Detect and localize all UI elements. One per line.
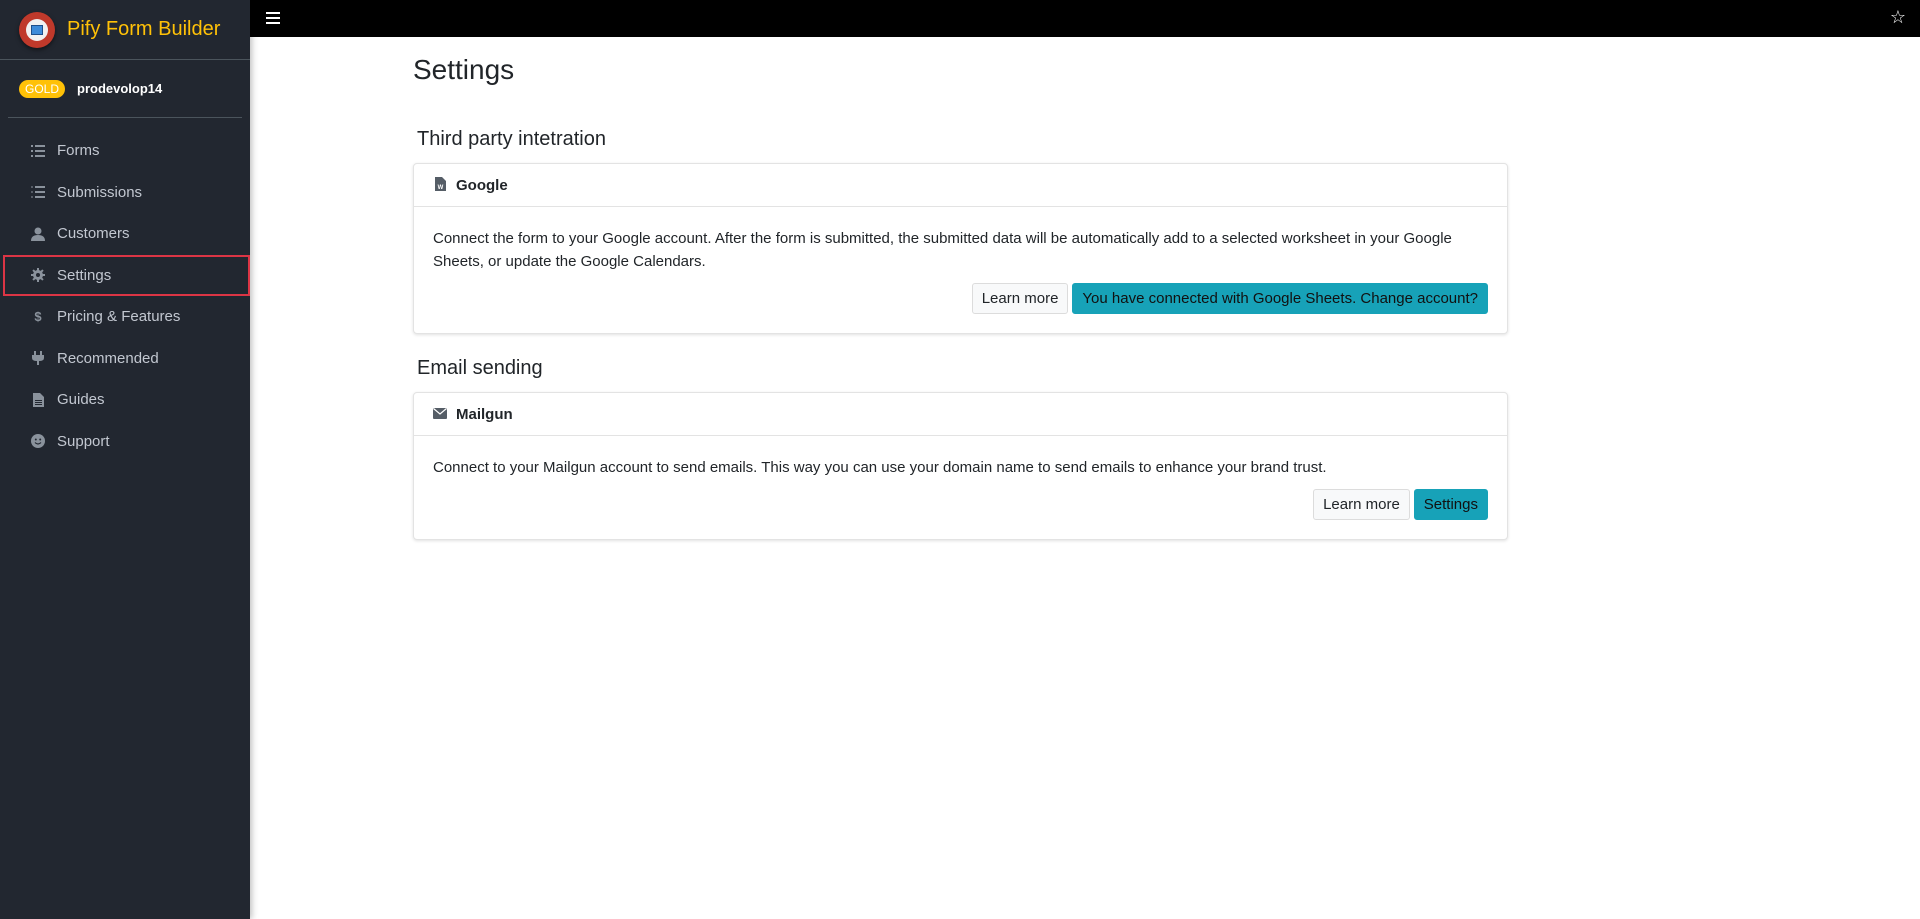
learn-more-button[interactable]: Learn more <box>1313 489 1410 520</box>
svg-text:W: W <box>437 185 443 191</box>
sidebar-item-pricing[interactable]: $ Pricing & Features <box>0 296 250 338</box>
username[interactable]: prodevolop14 <box>77 81 162 96</box>
sidebar-item-support[interactable]: Support <box>0 421 250 463</box>
smiley-icon <box>30 433 46 449</box>
card-title: Mailgun <box>456 405 513 423</box>
sidebar-item-recommended[interactable]: Recommended <box>0 338 250 380</box>
card-body: Connect to your Mailgun account to send … <box>414 436 1507 539</box>
brand-logo-icon <box>19 11 55 48</box>
card-actions: Learn more You have connected with Googl… <box>433 283 1488 314</box>
list-icon <box>30 143 46 159</box>
document-icon <box>30 392 46 408</box>
section-title-integration: Third party intetration <box>417 128 606 150</box>
page-title: Settings <box>413 54 515 85</box>
sidebar-item-submissions[interactable]: Submissions <box>0 172 250 214</box>
google-card: W Google Connect the form to your Google… <box>413 163 1508 334</box>
mailgun-card: Mailgun Connect to your Mailgun account … <box>413 392 1508 540</box>
sidebar: Pify Form Builder GOLD prodevolop14 Form… <box>0 0 250 919</box>
sidebar-item-label: Pricing & Features <box>57 308 181 326</box>
checklist-icon <box>30 184 46 200</box>
plan-badge: GOLD <box>19 79 66 98</box>
card-body: Connect the form to your Google account.… <box>414 207 1507 333</box>
sidebar-item-label: Recommended <box>57 349 159 367</box>
sidebar-item-settings[interactable]: Settings <box>3 254 250 296</box>
sidebar-item-label: Settings <box>57 266 112 284</box>
dollar-icon: $ <box>34 309 42 325</box>
card-description: Connect to your Mailgun account to send … <box>433 459 1327 476</box>
sidebar-item-guides[interactable]: Guides <box>0 379 250 421</box>
envelope-icon <box>433 407 447 422</box>
learn-more-button[interactable]: Learn more <box>971 283 1069 314</box>
card-header: Mailgun <box>414 393 1507 436</box>
star-icon[interactable]: ☆ <box>1890 7 1906 27</box>
sidebar-item-label: Submissions <box>57 183 143 201</box>
section-title-email: Email sending <box>417 357 543 379</box>
user-panel: GOLD prodevolop14 <box>8 60 242 118</box>
brand-title: Pify Form Builder <box>67 18 221 40</box>
sidebar-nav: Forms Submissions Customers Settings $ P… <box>0 130 250 462</box>
card-actions: Learn more Settings <box>433 489 1488 520</box>
card-description: Connect the form to your Google account.… <box>433 230 1452 270</box>
google-doc-icon: W <box>433 176 447 194</box>
sidebar-item-label: Support <box>57 432 110 450</box>
user-icon <box>30 226 46 242</box>
main-content: Settings Third party intetration W Googl… <box>413 37 1508 540</box>
top-navbar: ☆ <box>250 0 1920 37</box>
sidebar-item-label: Customers <box>57 225 130 243</box>
plug-icon <box>30 350 46 366</box>
sidebar-item-label: Guides <box>57 391 105 409</box>
gear-icon <box>30 267 46 283</box>
card-title: Google <box>456 176 508 194</box>
mailgun-settings-button[interactable]: Settings <box>1413 489 1488 520</box>
sidebar-item-label: Forms <box>57 142 100 160</box>
card-header: W Google <box>414 164 1507 207</box>
change-google-account-button[interactable]: You have connected with Google Sheets. C… <box>1072 283 1488 314</box>
sidebar-item-forms[interactable]: Forms <box>0 130 250 172</box>
brand[interactable]: Pify Form Builder <box>0 0 250 60</box>
sidebar-item-customers[interactable]: Customers <box>0 213 250 255</box>
hamburger-menu-icon[interactable] <box>266 12 280 24</box>
